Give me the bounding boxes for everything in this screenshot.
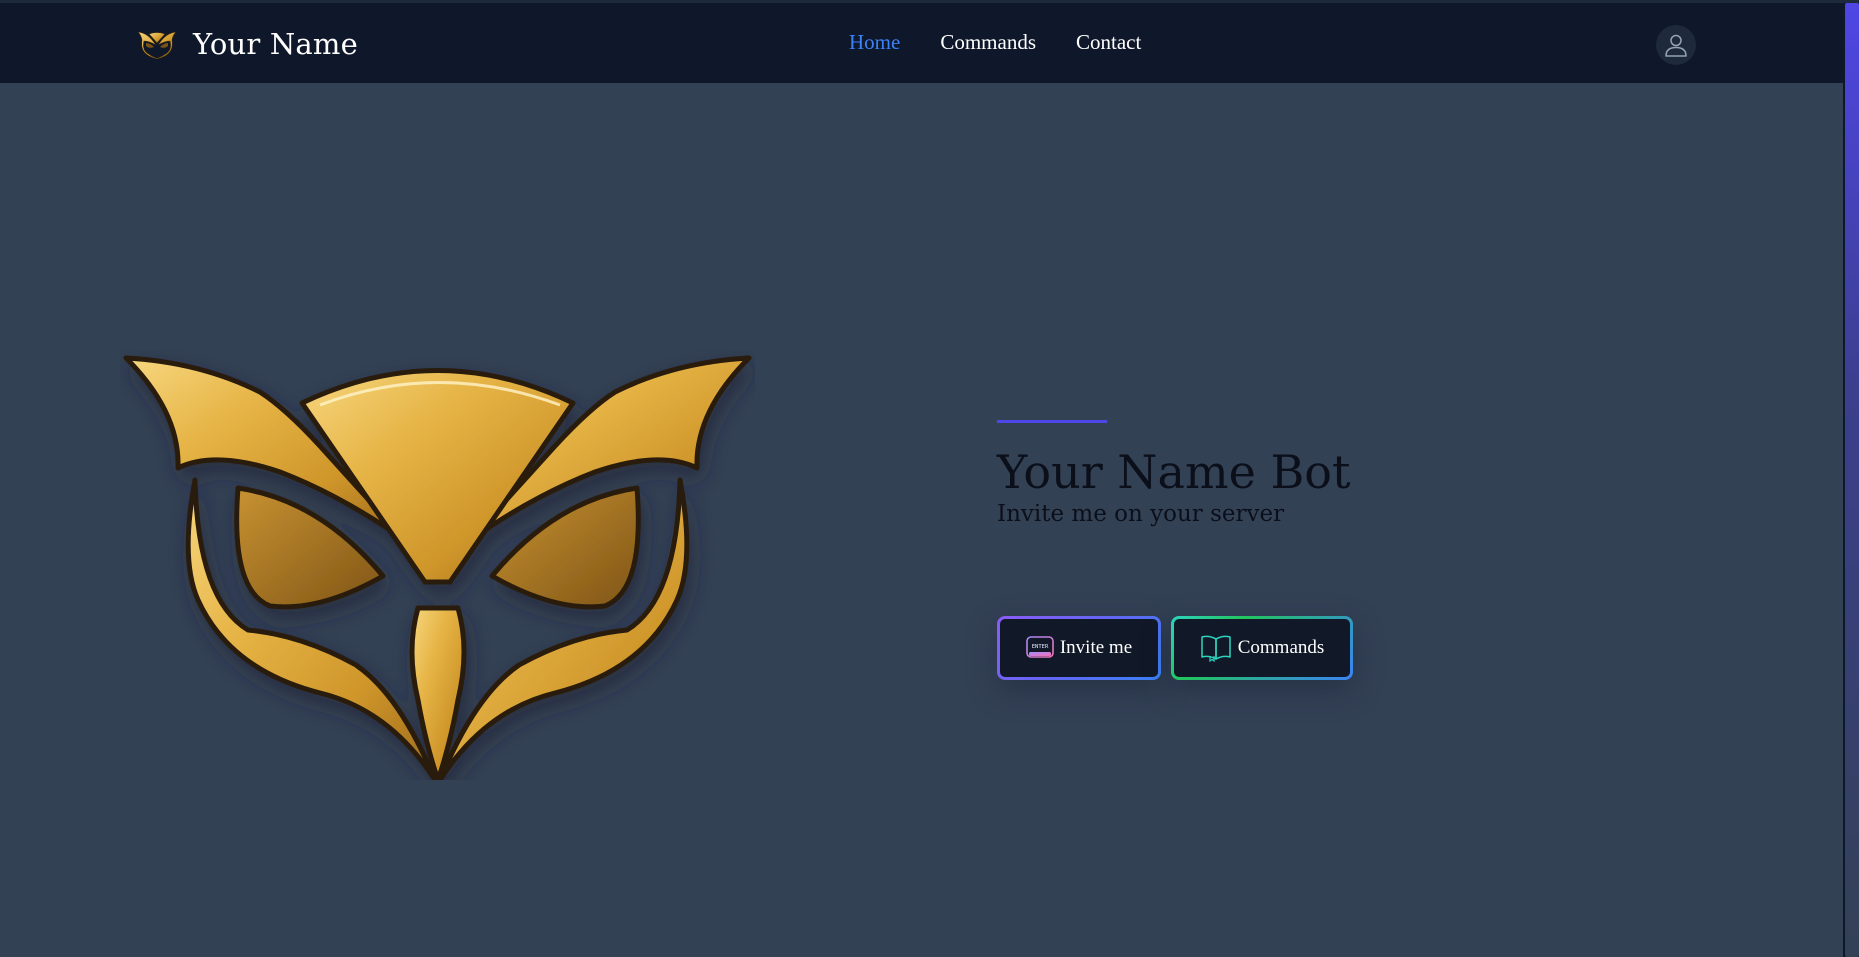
nav-link-contact[interactable]: Contact [1076,30,1141,55]
commands-button[interactable]: Commands [1171,616,1353,680]
user-account-button[interactable] [1656,25,1696,65]
enter-key-text: ENTER [1032,644,1049,650]
navbar: Your Name Home Commands Contact [0,3,1843,83]
brand-name: Your Name [193,27,358,61]
user-icon [1665,34,1687,57]
enter-key-icon: ENTER [1026,636,1054,658]
book-icon [1200,635,1231,662]
owl-logo-icon [137,31,177,59]
golden-owl-logo [123,355,752,780]
accent-line [997,420,1107,423]
invite-button[interactable]: ENTER Invite me [997,616,1161,680]
hero-title: Your Name Bot [997,445,1351,499]
invite-button-label: Invite me [1059,637,1133,658]
nav-links: Home Commands Contact [849,30,1141,55]
hero-buttons: ENTER Invite me Commands [997,616,1353,680]
scrollbar-thumb[interactable] [1845,3,1859,957]
page: Your Name Home Commands Contact Your Nam… [0,0,1859,957]
brand-link[interactable]: Your Name [137,25,358,63]
nav-link-home[interactable]: Home [849,30,900,55]
nav-link-commands[interactable]: Commands [940,30,1036,55]
hero-text: Your Name Bot Invite me on your server [997,420,1350,529]
commands-button-label: Commands [1237,637,1325,658]
hero-subtitle: Invite me on your server [997,501,1285,527]
